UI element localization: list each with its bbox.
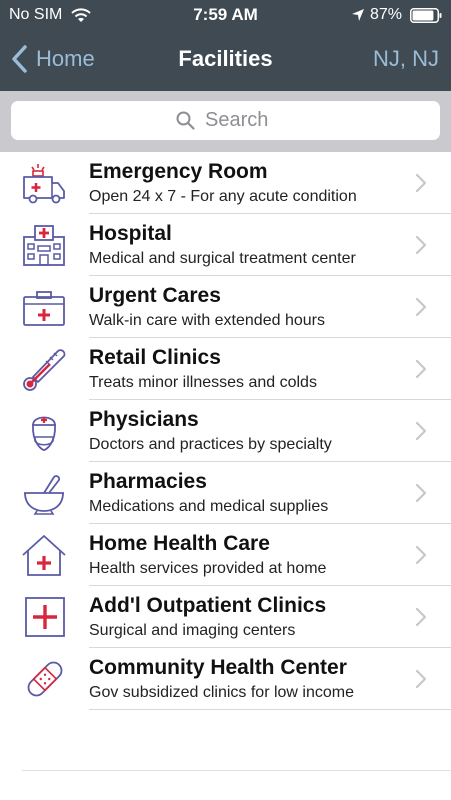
chevron-right-icon: [415, 173, 427, 193]
top-bar: No SIM 7:59 AM 87% Home Facilities NJ, N…: [0, 0, 451, 91]
facility-title: Emergency Room: [89, 160, 268, 183]
home-cross-icon: [20, 533, 68, 577]
search-icon: [176, 111, 195, 130]
status-bar: No SIM 7:59 AM 87%: [0, 0, 451, 30]
chevron-right-icon: [415, 421, 427, 441]
facility-list: Emergency Room Open 24 x 7 - For any acu…: [0, 152, 451, 710]
hospital-icon: [20, 223, 68, 267]
chevron-right-icon: [415, 669, 427, 689]
list-item[interactable]: Physicians Doctors and practices by spec…: [0, 400, 451, 462]
chevron-right-icon: [415, 545, 427, 565]
row-separator: [89, 709, 451, 710]
chevron-right-icon: [415, 297, 427, 317]
chevron-right-icon: [415, 483, 427, 503]
facility-subtitle: Medications and medical supplies: [89, 498, 329, 515]
list-item[interactable]: Pharmacies Medications and medical suppl…: [0, 462, 451, 524]
cross-box-icon: [20, 595, 68, 639]
facility-subtitle: Surgical and imaging centers: [89, 622, 296, 639]
battery-percent: 87%: [370, 6, 403, 23]
list-item[interactable]: Emergency Room Open 24 x 7 - For any acu…: [0, 152, 451, 214]
facility-subtitle: Open 24 x 7 - For any acute condition: [89, 188, 357, 205]
back-label: Home: [36, 46, 95, 71]
facility-subtitle: Walk-in care with extended hours: [89, 312, 325, 329]
facility-subtitle: Gov subsidized clinics for low income: [89, 684, 354, 701]
facility-title: Home Health Care: [89, 532, 270, 555]
facility-title: Add'l Outpatient Clinics: [89, 594, 327, 617]
facility-title: Community Health Center: [89, 656, 347, 679]
list-item[interactable]: Urgent Cares Walk-in care with extended …: [0, 276, 451, 338]
doctor-icon: [20, 409, 68, 453]
back-button[interactable]: Home: [10, 43, 95, 75]
list-item[interactable]: Add'l Outpatient Clinics Surgical and im…: [0, 586, 451, 648]
facility-subtitle: Doctors and practices by specialty: [89, 436, 332, 453]
list-item[interactable]: Home Health Care Health services provide…: [0, 524, 451, 586]
list-item[interactable]: Retail Clinics Treats minor illnesses an…: [0, 338, 451, 400]
facility-subtitle: Health services provided at home: [89, 560, 327, 577]
bandage-icon: [20, 657, 68, 701]
facility-title: Retail Clinics: [89, 346, 221, 369]
search-box[interactable]: [11, 101, 440, 140]
mortar-pestle-icon: [20, 471, 68, 515]
facility-subtitle: Medical and surgical treatment center: [89, 250, 356, 267]
location-selector[interactable]: NJ, NJ: [373, 46, 439, 72]
list-item[interactable]: Community Health Center Gov subsidized c…: [0, 648, 451, 710]
facility-title: Pharmacies: [89, 470, 207, 493]
footer-divider: [22, 770, 451, 771]
ambulance-icon: [20, 161, 68, 205]
chevron-right-icon: [415, 607, 427, 627]
facility-title: Urgent Cares: [89, 284, 221, 307]
facility-title: Hospital: [89, 222, 172, 245]
chevron-right-icon: [415, 235, 427, 255]
location-arrow-icon: [352, 9, 364, 21]
search-bar: [0, 91, 451, 152]
list-item[interactable]: Hospital Medical and surgical treatment …: [0, 214, 451, 276]
search-input[interactable]: [205, 109, 275, 132]
facility-title: Physicians: [89, 408, 199, 431]
medical-kit-icon: [20, 285, 68, 329]
chevron-left-icon: [12, 45, 27, 73]
battery-icon: [410, 8, 442, 23]
thermometer-icon: [20, 347, 68, 391]
chevron-right-icon: [415, 359, 427, 379]
navigation-bar: Home Facilities NJ, NJ: [0, 30, 451, 91]
facility-subtitle: Treats minor illnesses and colds: [89, 374, 317, 391]
